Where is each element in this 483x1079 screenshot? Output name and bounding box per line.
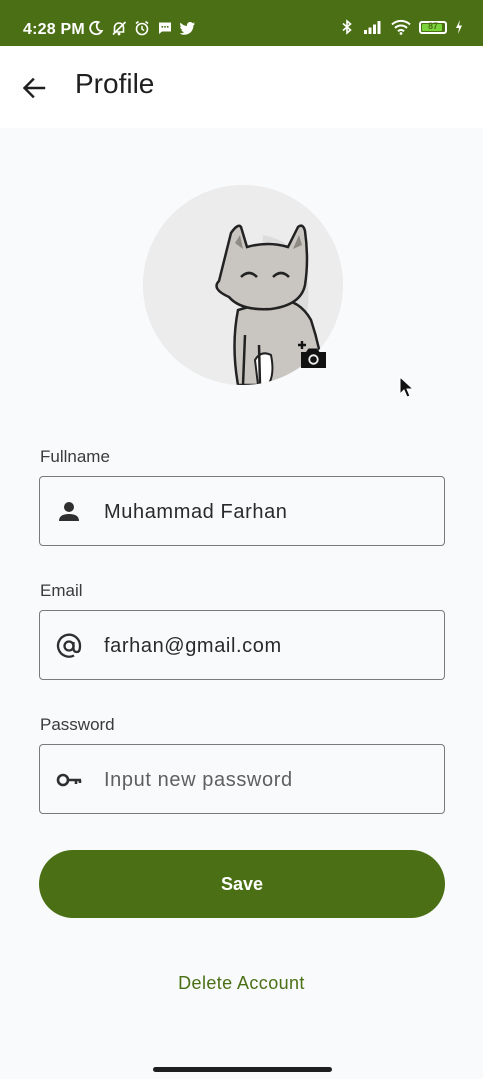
password-placeholder[interactable]: Input new password xyxy=(104,769,293,792)
alarm-icon xyxy=(135,20,149,36)
signal-icon xyxy=(364,21,381,34)
status-bar: 4:28 PM 87 xyxy=(0,0,483,46)
email-label: Email xyxy=(40,581,83,600)
arrow-left-icon[interactable] xyxy=(20,74,48,102)
fullname-value[interactable]: Muhammad Farhan xyxy=(104,501,288,524)
status-icons-right: 87 xyxy=(339,19,463,35)
fullname-field[interactable]: Muhammad Farhan xyxy=(39,476,445,546)
bluetooth-icon xyxy=(342,19,352,35)
message-icon xyxy=(159,22,171,34)
status-icons-left xyxy=(88,20,196,36)
moon-icon xyxy=(89,20,104,36)
wifi-icon xyxy=(391,19,411,35)
add-photo-camera-icon[interactable] xyxy=(296,340,328,370)
delete-account-button[interactable]: Delete Account xyxy=(0,973,483,994)
password-field[interactable]: Input new password xyxy=(39,744,445,814)
person-icon xyxy=(59,502,79,521)
email-value[interactable]: farhan@gmail.com xyxy=(104,635,282,658)
email-field[interactable]: farhan@gmail.com xyxy=(39,610,445,680)
battery-percent: 87 xyxy=(427,20,438,31)
mouse-cursor-icon xyxy=(399,376,415,398)
at-sign-icon xyxy=(56,633,82,658)
charging-icon xyxy=(456,20,462,34)
key-icon xyxy=(56,773,82,787)
gesture-nav-handle[interactable] xyxy=(153,1067,332,1072)
save-button[interactable]: Save xyxy=(39,850,445,918)
status-time: 4:28 PM xyxy=(23,21,85,38)
notifications-off-icon xyxy=(112,21,127,36)
twitter-icon xyxy=(180,22,195,35)
battery-icon: 87 xyxy=(419,20,447,34)
password-label: Password xyxy=(40,715,115,734)
fullname-label: Fullname xyxy=(40,447,110,466)
page-title: Profile xyxy=(75,68,155,99)
app-bar: Profile xyxy=(0,46,483,128)
